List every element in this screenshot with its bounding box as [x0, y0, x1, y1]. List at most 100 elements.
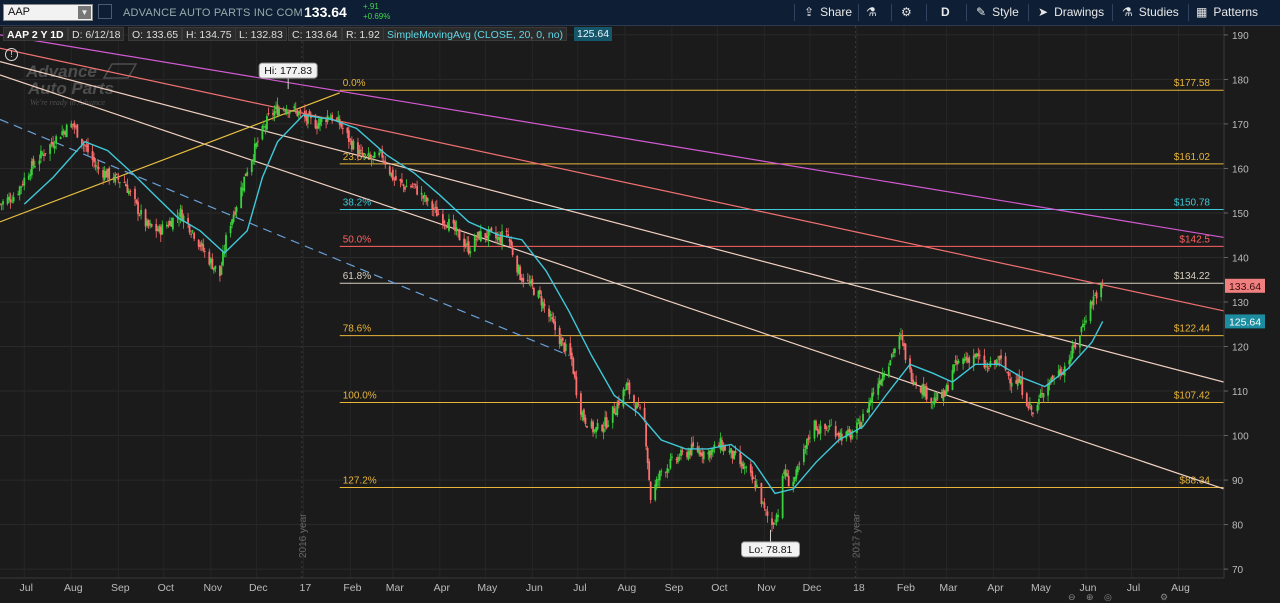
fit-icon[interactable]: ◎ — [1104, 592, 1112, 603]
candle-body — [988, 368, 990, 369]
candle-body — [423, 194, 426, 197]
candle-body — [997, 362, 999, 364]
candle-body — [352, 141, 355, 150]
candle-body — [871, 392, 874, 403]
drawings-button[interactable]: ➤ Drawings — [1038, 0, 1104, 25]
fib-level-price: $142.5 — [1179, 234, 1210, 245]
style-button[interactable]: ✎ Style — [976, 0, 1019, 25]
candle-body — [802, 448, 805, 463]
settings-button[interactable]: ⚙ — [901, 0, 918, 25]
candle-body — [654, 484, 657, 500]
candle-body — [250, 160, 253, 173]
candle-body — [240, 187, 243, 208]
candle-body — [137, 201, 139, 215]
candle-body — [766, 511, 769, 516]
toolbar-separator — [1028, 4, 1029, 21]
candle-body — [692, 442, 695, 447]
candle-body — [667, 469, 670, 471]
chevron-down-icon[interactable]: ▼ — [78, 6, 91, 19]
candle-body — [44, 153, 47, 154]
candle-body — [347, 130, 350, 142]
candle-body — [432, 207, 435, 210]
paintbrush-icon: ✎ — [976, 5, 987, 19]
candle-body — [554, 321, 557, 330]
alert-icon[interactable]: ! — [5, 48, 18, 61]
candle-body — [1100, 283, 1103, 298]
candle-body — [807, 437, 810, 440]
candle-body — [872, 392, 875, 394]
toolbar-separator — [794, 4, 795, 21]
candle-body — [573, 371, 576, 378]
patterns-button[interactable]: ▦ Patterns — [1196, 0, 1258, 25]
fib-level-price: $122.44 — [1174, 324, 1211, 335]
timeframe-button[interactable]: D — [941, 0, 950, 25]
candle-body — [255, 143, 258, 147]
candle-body — [1069, 357, 1072, 362]
candle-body — [649, 481, 652, 500]
settings-icon[interactable]: ⚙ — [1160, 592, 1168, 603]
candle-body — [475, 239, 478, 241]
cursor-icon: ➤ — [1038, 5, 1049, 19]
candle-body — [968, 357, 971, 364]
candle-body — [887, 366, 890, 377]
candle-body — [636, 402, 638, 409]
candle-body — [87, 144, 89, 153]
candle-body — [628, 382, 631, 395]
y-tick-label: 90 — [1232, 476, 1244, 487]
candle-body — [18, 186, 21, 195]
symbol-input[interactable]: AAP ▼ — [3, 4, 93, 21]
candle-body — [8, 196, 11, 200]
candle-body — [622, 389, 625, 407]
candle-body — [868, 401, 870, 413]
candle-body — [299, 109, 302, 113]
candle-body — [108, 167, 111, 180]
candle-body — [384, 160, 387, 165]
flask-button[interactable]: ⚗ — [866, 0, 883, 25]
candle-body — [543, 303, 546, 307]
candle-body — [505, 230, 508, 232]
aggregation-label[interactable]: AAP 2 Y 1D — [3, 27, 68, 41]
candle-body — [243, 176, 246, 192]
candle-body — [510, 240, 513, 246]
candle-body — [349, 139, 352, 141]
y-tick-label: 150 — [1232, 209, 1249, 220]
date-value: D: 6/12/18 — [68, 27, 125, 41]
high-value: H: 134.75 — [182, 27, 236, 41]
candle-body — [1089, 301, 1092, 322]
share-button[interactable]: ⇪ Share — [804, 0, 852, 25]
candle-body — [646, 447, 649, 464]
sma-study-label[interactable]: SimpleMovingAvg (CLOSE, 20, 0, no) — [383, 27, 568, 41]
zoom-out-icon[interactable]: ⊖ — [1068, 592, 1076, 603]
candle-body — [702, 451, 705, 460]
candle-body — [834, 425, 837, 437]
y-tick-label: 100 — [1232, 432, 1249, 443]
link-icon[interactable] — [98, 4, 112, 19]
share-icon: ⇪ — [804, 5, 815, 19]
last-price: 133.64 — [304, 4, 347, 20]
fib-level-percent: 100.0% — [343, 391, 377, 402]
studies-button[interactable]: ⚗ Studies — [1122, 0, 1179, 25]
candle-body — [1080, 326, 1083, 333]
candle-body — [232, 214, 235, 222]
candle-body — [1025, 393, 1028, 407]
candle-body — [925, 386, 928, 400]
candle-body — [910, 369, 913, 382]
candle-body — [986, 366, 989, 368]
close-value: C: 133.64 — [288, 27, 342, 41]
fib-level-percent: 127.2% — [343, 475, 377, 486]
price-chart[interactable]: 2016 year 2017 year Advance Auto Parts We… — [0, 0, 1280, 600]
sma-study-value: 125.64 — [574, 27, 613, 41]
candle-body — [580, 393, 582, 415]
candle-body — [752, 478, 755, 480]
candle-body — [584, 417, 587, 424]
candle-body — [378, 152, 381, 156]
candle-body — [229, 225, 232, 234]
candle-body — [805, 439, 808, 449]
candle-body — [490, 227, 493, 231]
candle-body — [23, 177, 26, 186]
candle-body — [586, 425, 588, 428]
zoom-in-icon[interactable]: ⊕ — [1086, 592, 1094, 603]
candle-body — [792, 481, 795, 487]
candle-body — [734, 451, 737, 453]
candle-body — [633, 395, 635, 403]
